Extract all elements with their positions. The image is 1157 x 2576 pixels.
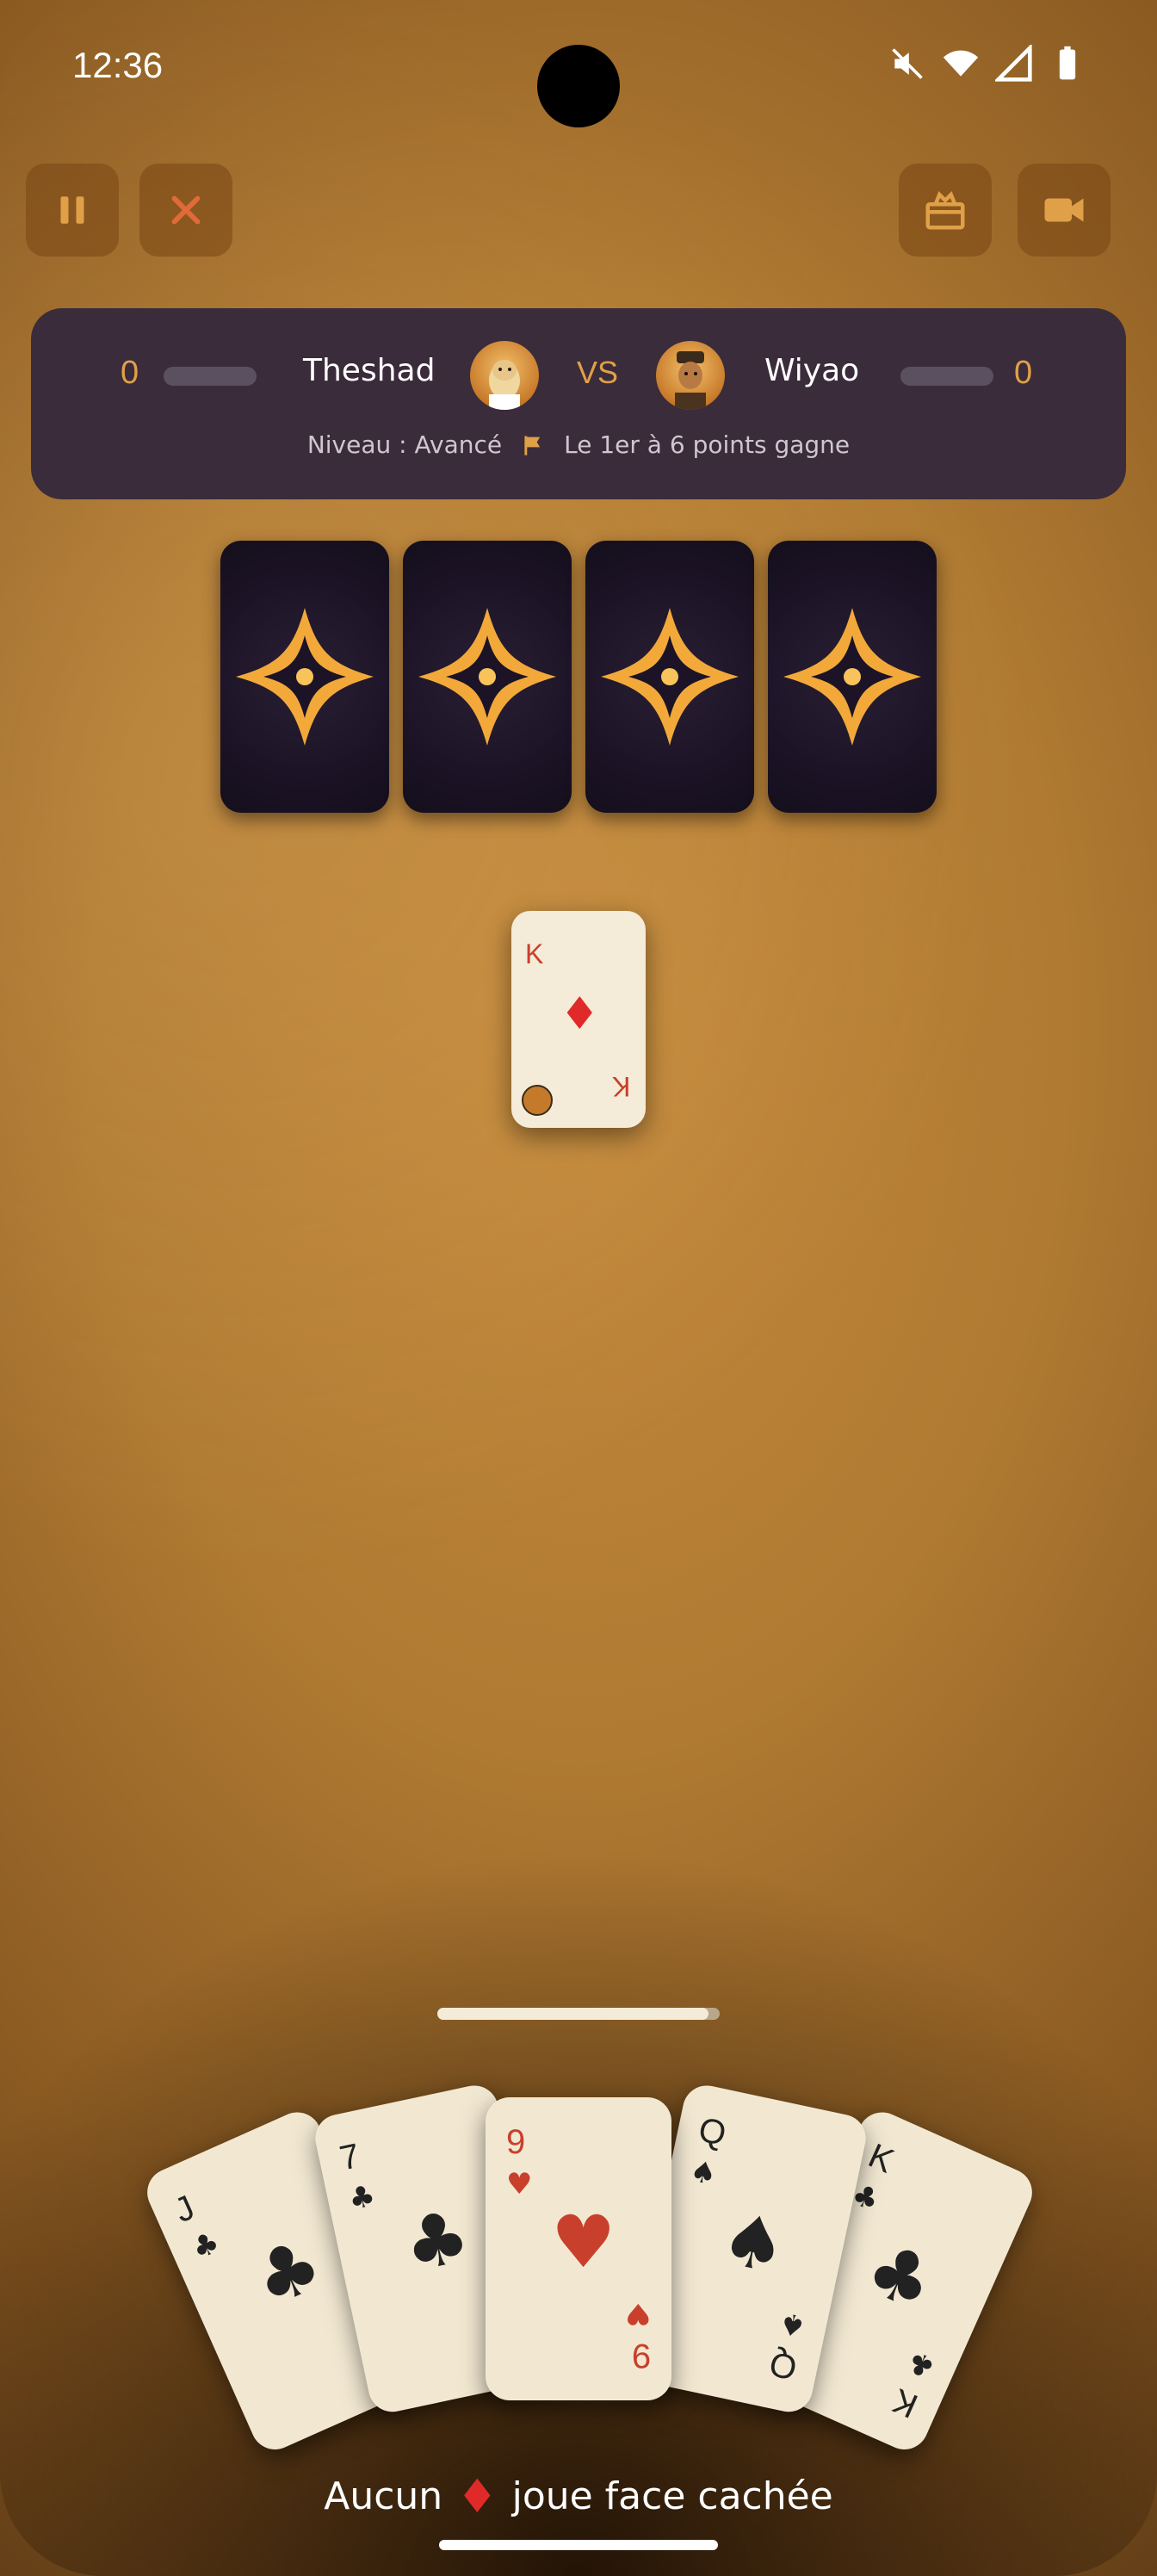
hand-card-rank: 9 [506,2123,526,2161]
sun-emblem-icon [236,608,374,746]
diamond-icon: ♦ [456,2469,498,2523]
left-player-score: 0 [121,355,139,391]
left-player-avatar[interactable] [470,341,539,410]
status-time: 12:36 [72,45,164,85]
left-player-name: Theshad [303,353,436,388]
right-player-avatar[interactable] [656,341,725,410]
hand-card-suit-small: ♣ [345,2178,379,2218]
goal-label: Le 1er à 6 points gagne [564,430,851,459]
right-player-progress-bar [900,367,993,386]
hand-card-suit: ♣ [240,2220,335,2325]
hint-suffix: joue face cachée [511,2474,833,2518]
hand-card-suit: ♥ [551,2200,616,2284]
hand-card-rank-inverted: 9 [631,2337,651,2375]
sun-emblem-icon [783,608,921,746]
hint-message: Aucun ♦ joue face cachée [0,2469,1157,2523]
hand-card-rank: K [863,2136,900,2181]
score-panel [31,308,1126,499]
hand-card-suit: ♣ [396,2193,478,2289]
right-player-name: Wiyao [764,353,860,388]
home-indicator[interactable] [439,2540,718,2550]
opponent-card-back [220,541,389,813]
opponent-card-back [768,541,937,813]
status-bar: 12:36 [0,0,1157,138]
opponent-card-back [403,541,572,813]
close-icon [171,195,201,225]
hint-prefix: Aucun [324,2474,443,2518]
gift-button[interactable] [899,164,992,257]
played-by-avatar [522,1085,553,1116]
pause-button[interactable] [26,164,119,257]
right-player-score: 0 [1014,355,1033,391]
gift-icon [925,190,965,230]
hand-card-suit-small: ♣ [187,2225,226,2268]
match-info: Niveau : Avancé Le 1er à 6 points gagne [0,430,1157,459]
hand-card-rank-inverted: Q [765,2344,801,2387]
hand-card[interactable]: 9 ♥ ♥ 9 ♥ [486,2097,671,2400]
sun-emblem-icon [418,608,556,746]
vs-label: VS [577,355,619,390]
battery-icon [1059,46,1076,80]
hand-card-suit-small-inverted: ♠ [776,2304,809,2344]
hand-card-suit-small: ♥ [506,2167,533,2201]
hand-card-suit-small: ♠ [686,2153,720,2193]
left-player-progress-bar [164,367,257,386]
hand-card-rank: 7 [336,2136,363,2178]
status-icons [888,45,1086,83]
hand-card-suit: ♣ [853,2225,948,2329]
turn-timer-fill [437,2008,708,2020]
played-card-rank: K [525,938,544,969]
sun-emblem-icon [601,608,739,746]
cell-signal-icon [995,45,1032,82]
played-card: K ♦ K [511,911,646,1128]
played-card-rank-inverted: K [611,1071,630,1102]
mute-icon [892,48,923,79]
level-label: Niveau : Avancé [306,430,503,459]
video-camera-icon [1044,198,1084,222]
hand-card-rank-inverted: K [887,2381,924,2425]
pause-icon [60,196,84,224]
front-camera [537,45,620,127]
hand-card-suit-small-inverted: ♣ [901,2343,940,2386]
hand-card-suit: ♠ [713,2195,795,2291]
played-card-suit: ♦ [560,988,600,1040]
hand-card-rank: J [169,2188,201,2231]
hand-card-rank: Q [695,2110,730,2154]
close-button[interactable] [139,164,232,257]
wifi-icon [943,50,979,77]
video-button[interactable] [1018,164,1111,257]
opponent-card-back [585,541,754,813]
flag-icon [524,436,541,455]
hand-card-suit-small-inverted: ♥ [624,2296,651,2331]
